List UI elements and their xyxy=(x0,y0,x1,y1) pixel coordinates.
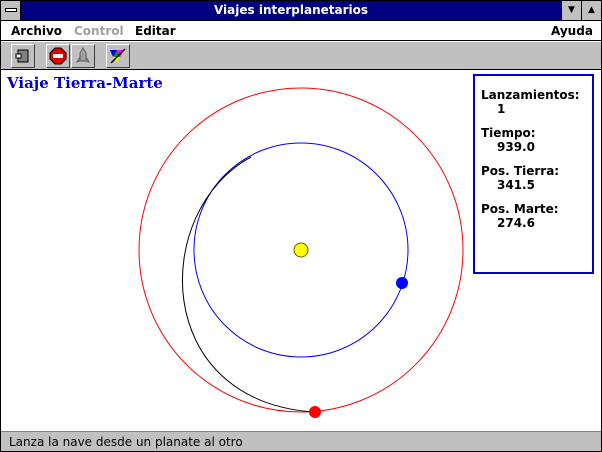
status-bar: Lanza la nave desde un planate al otro xyxy=(1,431,601,451)
launches-label: Lanzamientos: xyxy=(481,88,580,102)
status-text: Lanza la nave desde un planate al otro xyxy=(9,435,243,449)
stop-icon xyxy=(49,47,67,65)
system-menu-button[interactable] xyxy=(1,1,21,20)
menu-editar[interactable]: Editar xyxy=(135,24,176,38)
info-panel: Lanzamientos: 1 Tiempo: 939.0 Pos. Tierr… xyxy=(473,74,594,274)
mars-planet xyxy=(309,406,321,418)
time-value: 939.0 xyxy=(497,140,535,154)
mars-position-value: 274.6 xyxy=(497,216,535,230)
time-label: Tiempo: xyxy=(481,126,536,140)
stop-button[interactable] xyxy=(46,44,70,68)
title-bar[interactable]: Viajes interplanetarios ▼ ▲ xyxy=(1,1,601,21)
rocket-icon xyxy=(75,47,91,63)
transfer-trajectory xyxy=(182,156,315,413)
sun xyxy=(293,242,309,258)
menu-archivo[interactable]: Archivo xyxy=(11,24,62,38)
toolbar xyxy=(1,42,601,70)
launch-button[interactable] xyxy=(71,44,95,68)
earth-position-value: 341.5 xyxy=(497,178,535,192)
exit-button[interactable] xyxy=(11,44,35,68)
orbit-canvas[interactable]: Viaje Tierra-Marte Lanzamientos: 1 Tiemp… xyxy=(1,71,601,431)
launches-value: 1 xyxy=(497,102,506,116)
menu-control[interactable]: Control xyxy=(74,24,124,38)
mars-position-label: Pos. Marte: xyxy=(481,202,559,216)
window-title: Viajes interplanetarios xyxy=(213,3,369,17)
exit-icon xyxy=(15,49,29,63)
colors-button[interactable] xyxy=(106,44,130,68)
prism-icon xyxy=(110,48,126,64)
app-window: Viajes interplanetarios ▼ ▲ Archivo Cont… xyxy=(0,0,602,452)
menu-bar: Archivo Control Editar Ayuda xyxy=(1,21,601,41)
menu-ayuda[interactable]: Ayuda xyxy=(551,24,593,38)
minimize-button[interactable]: ▼ xyxy=(561,1,581,20)
maximize-button[interactable]: ▲ xyxy=(581,1,601,20)
earth-position-label: Pos. Tierra: xyxy=(481,164,560,178)
earth-planet xyxy=(396,277,408,289)
